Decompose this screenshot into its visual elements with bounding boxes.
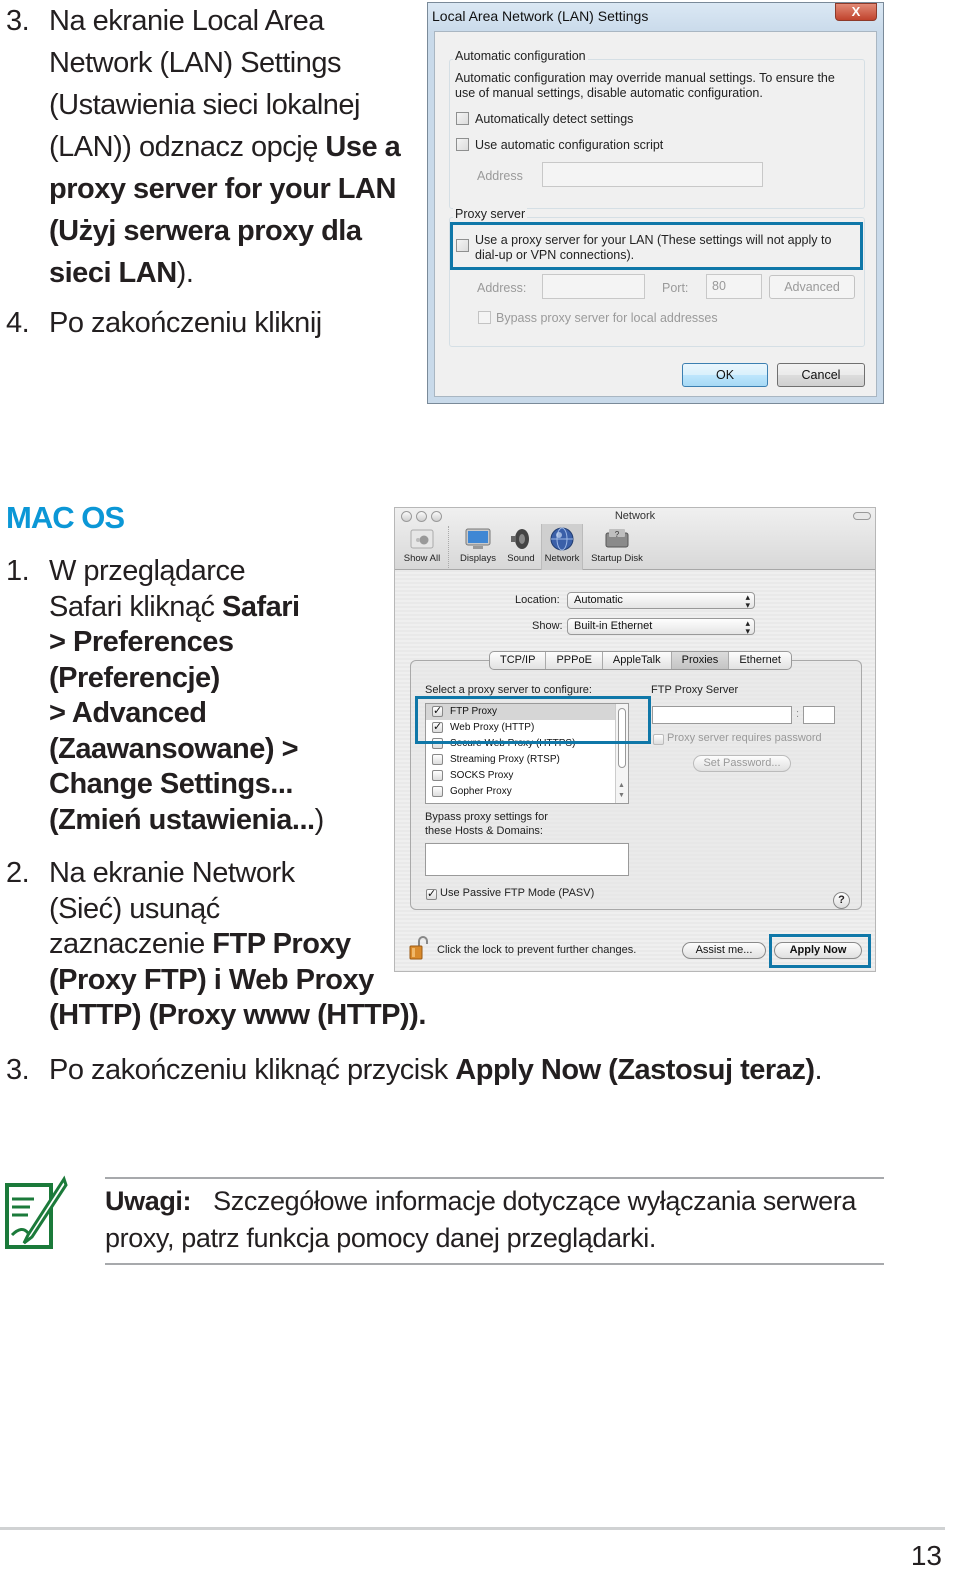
streaming-proxy-checkbox[interactable] (432, 754, 443, 765)
dialog-body: Automatic configuration Automatic config… (434, 31, 877, 397)
note-label: Uwagi: (105, 1186, 192, 1216)
proxy-port-input[interactable] (803, 706, 835, 724)
lan-settings-dialog: Local Area Network (LAN) Settings X Auto… (427, 2, 884, 404)
cancel-button[interactable]: Cancel (777, 363, 865, 387)
page-number: 13 (910, 1540, 942, 1571)
location-select[interactable]: Automatic ▴ ▾ (567, 592, 755, 610)
step-number: 2. (6, 857, 30, 889)
toolbar-startup-disk[interactable]: ? Startup Disk (587, 524, 647, 570)
footer-rule (0, 1527, 945, 1530)
toolbar-show-all[interactable]: Show All (399, 524, 445, 570)
auto-detect-label: Automatically detect settings (475, 112, 634, 126)
stepper-arrows-icon: ▴ ▾ (745, 592, 750, 610)
toolbar-separator (448, 526, 449, 568)
dialog-title: Local Area Network (LAN) Settings (432, 8, 649, 24)
advanced-button[interactable]: Advanced (769, 275, 855, 299)
section-title-mac-os: MAC OS (6, 500, 125, 535)
use-proxy-checkbox[interactable] (456, 239, 469, 252)
port-separator: : (796, 708, 800, 720)
assist-me-button[interactable]: Assist me... (682, 942, 766, 959)
select-proxy-label: Select a proxy server to configure: (425, 684, 592, 696)
toolbar-network[interactable]: Network (541, 524, 583, 570)
list-item[interactable]: Streaming Proxy (RTSP) (426, 752, 628, 768)
set-password-button[interactable]: Set Password... (693, 755, 791, 772)
toolbar-sound[interactable]: Sound (503, 524, 539, 570)
script-address-input[interactable] (542, 162, 763, 187)
auto-detect-checkbox[interactable] (456, 112, 469, 125)
display-icon (465, 528, 491, 549)
stepper-arrows-icon: ▴ ▾ (745, 618, 750, 636)
proxy-server-input[interactable] (652, 706, 792, 724)
port-label: Port: (662, 281, 689, 295)
passive-ftp-checkbox[interactable]: ✓ (426, 889, 437, 900)
proxy-address-label: Address: (477, 281, 527, 295)
toolbar-toggle-button[interactable] (853, 512, 871, 520)
script-address-label: Address (477, 169, 523, 183)
use-proxy-label: dial-up or VPN connections). (475, 248, 635, 262)
note-rule-top (105, 1177, 884, 1179)
speaker-icon (511, 529, 529, 549)
group-label: Automatic configuration (453, 49, 588, 63)
note-pen-icon (5, 1175, 68, 1249)
tab-proxies[interactable]: Proxies (671, 652, 730, 669)
step-text: Po zakończeniu kliknąć przycisk Apply No… (49, 1054, 823, 1086)
tab-appletalk[interactable]: AppleTalk (603, 652, 672, 669)
bypass-local-checkbox[interactable] (478, 311, 491, 324)
proxy-address-input[interactable] (542, 274, 645, 299)
step-number: 1. (6, 555, 30, 587)
tab-ethernet[interactable]: Ethernet (729, 652, 791, 669)
gopher-proxy-checkbox[interactable] (432, 786, 443, 797)
group-label: Proxy server (453, 207, 528, 221)
window-title: Network (614, 510, 656, 522)
toolbar-displays[interactable]: Displays (455, 524, 501, 570)
lock-message: Click the lock to prevent further change… (437, 944, 637, 956)
requires-password-checkbox[interactable] (653, 734, 664, 745)
step-number: 3. (6, 5, 30, 37)
window-titlebar: Network Show All Displays Sound Network … (395, 508, 875, 570)
disk-icon: ? (605, 529, 629, 548)
bypass-label: these Hosts & Domains: (425, 825, 543, 837)
tab-tcp-ip[interactable]: TCP/IP (490, 652, 547, 669)
network-preferences-window: Network Show All Displays Sound Network … (394, 507, 876, 972)
highlight-box (415, 696, 651, 744)
description-text: Automatic configuration may override man… (455, 71, 835, 85)
step-text: Po zakończeniu kliknij (49, 307, 322, 339)
scroll-up-icon[interactable]: ▲ (618, 782, 625, 789)
show-select[interactable]: Built-in Ethernet ▴ ▾ (567, 618, 755, 636)
use-proxy-label: Use a proxy server for your LAN (These s… (475, 233, 832, 247)
description-text: use of manual settings, disable automati… (455, 86, 763, 100)
step-number: 4. (6, 307, 30, 339)
note-rule-bottom (105, 1263, 884, 1265)
port-input[interactable]: 80 (706, 274, 762, 299)
svg-text:?: ? (615, 530, 620, 539)
globe-icon (550, 527, 574, 551)
passive-ftp-label: Use Passive FTP Mode (PASV) (440, 887, 595, 899)
bypass-label: Bypass proxy settings for (425, 811, 548, 823)
lock-icon[interactable] (409, 936, 429, 960)
auto-script-label: Use automatic configuration script (475, 138, 664, 152)
apple-icon (410, 529, 434, 549)
step-text: Na ekranie Local Area Network (LAN) Sett… (49, 5, 401, 289)
note-text: Uwagi: Szczegółowe informacje dotyczące w… (105, 1186, 857, 1253)
help-button[interactable]: ? (833, 892, 850, 909)
highlight-box (769, 934, 871, 968)
tab-bar: TCP/IP PPPoE AppleTalk Proxies Ethernet (489, 651, 792, 670)
show-label: Show: (532, 620, 563, 632)
step-text: W przeglądarce Safari kliknąć Safari > P… (49, 555, 324, 836)
scroll-down-icon[interactable]: ▼ (618, 792, 625, 799)
tab-pppoe[interactable]: PPPoE (546, 652, 603, 669)
list-item[interactable]: Gopher Proxy (426, 784, 628, 800)
requires-password-label: Proxy server requires password (667, 732, 822, 744)
location-label: Location: (515, 594, 560, 606)
ok-button[interactable]: OK (682, 363, 768, 387)
auto-script-checkbox[interactable] (456, 138, 469, 151)
list-item[interactable]: SOCKS Proxy (426, 768, 628, 784)
socks-proxy-checkbox[interactable] (432, 770, 443, 781)
bypass-hosts-input[interactable] (425, 843, 629, 876)
ftp-proxy-server-label: FTP Proxy Server (651, 684, 739, 696)
close-button[interactable]: X (835, 3, 877, 21)
bypass-local-label: Bypass proxy server for local addresses (496, 311, 718, 325)
step-number: 3. (6, 1054, 30, 1086)
